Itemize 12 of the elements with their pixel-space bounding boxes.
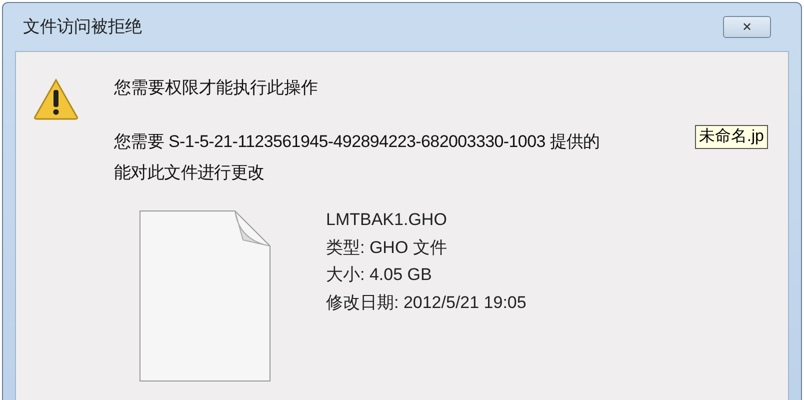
tooltip: 未命名.jp bbox=[695, 125, 768, 149]
file-icon bbox=[139, 210, 271, 382]
message-line: 能对此文件进行更改 bbox=[114, 162, 266, 184]
file-detail: 大小: 4.05 GB bbox=[326, 264, 433, 286]
file-detail: 类型: GHO 文件 bbox=[326, 236, 448, 258]
message-line: 您需要 S-1-5-21-1123561945-492894223-682003330-1003 提供的 bbox=[114, 131, 600, 153]
warning-icon bbox=[33, 78, 79, 120]
window-title: 文件访问被拒绝 bbox=[23, 16, 142, 38]
close-button[interactable]: ✕ bbox=[723, 16, 771, 38]
file-detail: 修改日期: 2012/5/21 19:05 bbox=[326, 292, 526, 314]
file-name: LMTBAK1.GHO bbox=[326, 209, 448, 231]
dialog-heading: 您需要权限才能执行此操作 bbox=[114, 77, 319, 99]
